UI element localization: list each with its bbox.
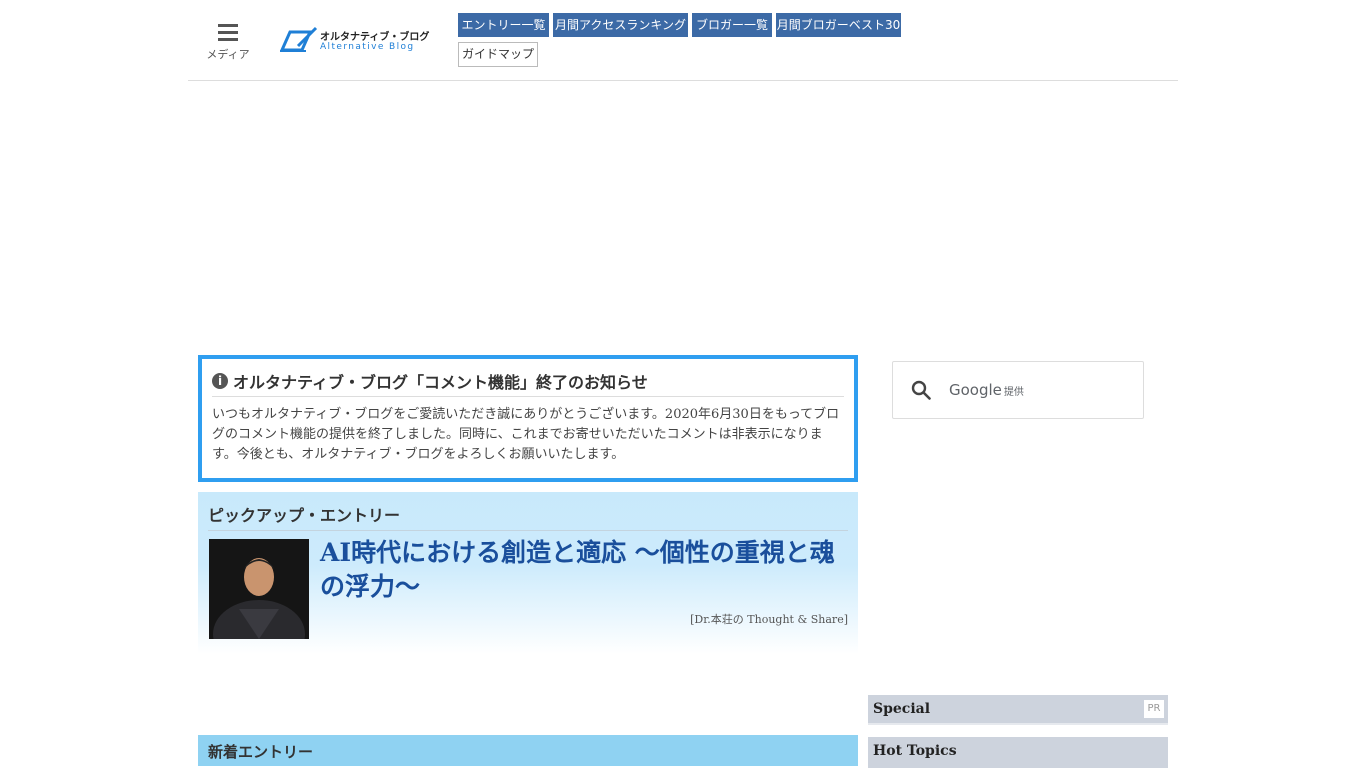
media-menu-label: メディア bbox=[206, 48, 250, 61]
new-entries-heading: 新着エントリー bbox=[208, 743, 314, 761]
nav-entry-list[interactable]: エントリー一覧 bbox=[458, 13, 549, 37]
author-portrait-icon bbox=[209, 539, 309, 639]
nav-guide-map[interactable]: ガイドマップ bbox=[458, 42, 538, 67]
comment-feature-end-notice: i オルタナティブ・ブログ「コメント機能」終了のお知らせ いつもオルタナティブ・… bbox=[198, 355, 858, 482]
logo-english-text: Alternative Blog bbox=[320, 42, 415, 52]
nav-monthly-access-ranking[interactable]: 月間アクセスランキング bbox=[553, 13, 688, 37]
notice-body: いつもオルタナティブ・ブログをご愛読いただき誠にありがとうございます。2020年… bbox=[212, 407, 840, 462]
new-entries-header: 新着エントリー bbox=[198, 735, 858, 766]
sidebar-hot-topics-header: Hot Topics bbox=[868, 737, 1168, 768]
google-provided-suffix: 提供 bbox=[1003, 387, 1024, 398]
notice-title-text: オルタナティブ・ブログ「コメント機能」終了のお知らせ bbox=[233, 373, 648, 392]
pickup-entry-source-link[interactable]: [Dr.本荘の Thought & Share] bbox=[690, 611, 848, 627]
google-brand-text: Google bbox=[949, 381, 1002, 399]
nav-monthly-blogger-best30[interactable]: 月間ブロガーベスト30 bbox=[776, 13, 901, 37]
logo-mark-icon bbox=[280, 26, 318, 52]
pickup-heading: ピックアップ・エントリー bbox=[208, 502, 848, 531]
pr-badge: PR bbox=[1144, 700, 1164, 718]
pickup-entry-title-link[interactable]: AI時代における創造と適応 ～個性の重視と魂の浮力～ bbox=[320, 536, 850, 604]
hamburger-icon bbox=[218, 22, 238, 42]
google-search-box[interactable]: Google 提供 bbox=[892, 361, 1144, 419]
google-provided-label: Google 提供 bbox=[949, 381, 1024, 399]
hot-topics-heading: Hot Topics bbox=[873, 743, 957, 759]
special-heading: Special bbox=[873, 701, 931, 717]
info-icon: i bbox=[212, 373, 228, 389]
pickup-author-photo[interactable] bbox=[209, 539, 309, 639]
site-logo[interactable]: オルタナティブ・ブログ Alternative Blog bbox=[280, 24, 430, 54]
pickup-entry-section: ピックアップ・エントリー AI時代における創造と適応 ～個性の重視と魂の浮力～ … bbox=[198, 492, 858, 654]
logo-japanese-text: オルタナティブ・ブログ bbox=[320, 32, 430, 43]
site-header: メディア オルタナティブ・ブログ Alternative Blog エントリー一… bbox=[188, 0, 1178, 81]
nav-blogger-list[interactable]: ブロガー一覧 bbox=[692, 13, 772, 37]
notice-title: i オルタナティブ・ブログ「コメント機能」終了のお知らせ bbox=[212, 369, 844, 397]
sidebar-special-header: Special PR bbox=[868, 695, 1168, 725]
media-menu-button[interactable]: メディア bbox=[206, 22, 250, 62]
search-icon bbox=[911, 380, 931, 400]
